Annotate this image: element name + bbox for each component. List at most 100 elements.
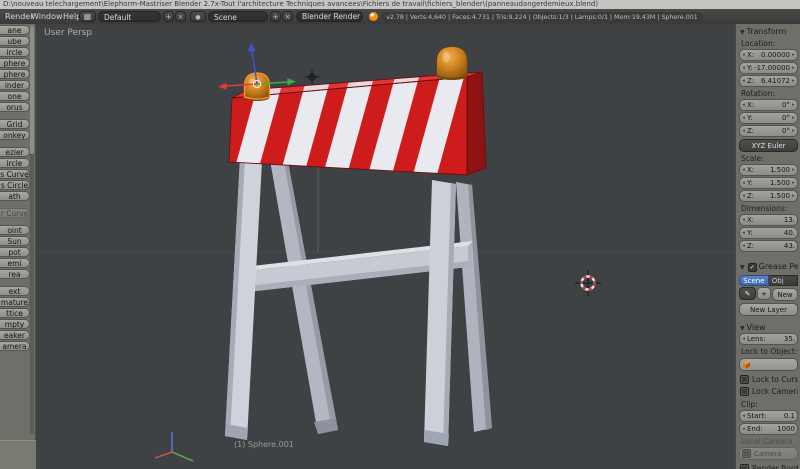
shelf-button-mpty[interactable]: mpty bbox=[0, 319, 30, 329]
menu-render[interactable]: Render bbox=[5, 9, 33, 24]
dimensions-x-field[interactable]: ◂X:13. bbox=[739, 214, 798, 226]
stepper-right-icon[interactable]: ▸ bbox=[791, 180, 796, 186]
stepper-right-icon[interactable]: ▸ bbox=[791, 102, 796, 108]
shelf-button-ube[interactable]: ube bbox=[0, 36, 30, 46]
lock-camera-checkbox[interactable] bbox=[740, 387, 749, 396]
lens-field[interactable]: ◂Lens:35. bbox=[739, 333, 798, 345]
tab-object[interactable]: Obj bbox=[769, 275, 798, 286]
scene-selector[interactable]: Scene bbox=[208, 11, 268, 22]
stepper-right-icon[interactable]: ▸ bbox=[791, 193, 796, 199]
stepper-left-icon[interactable]: ◂ bbox=[741, 65, 746, 71]
shelf-button-oint[interactable]: oint bbox=[0, 225, 30, 235]
lamp-right[interactable] bbox=[437, 47, 468, 81]
layout-add-button[interactable]: + bbox=[163, 11, 174, 22]
stepper-right-icon[interactable]: ▸ bbox=[791, 167, 796, 173]
render-border-row[interactable]: Render Border bbox=[740, 464, 798, 469]
stepper-right-icon[interactable]: ▸ bbox=[791, 128, 796, 134]
transform-gizmo[interactable] bbox=[218, 43, 296, 90]
shelf-button-ext[interactable]: ext bbox=[0, 286, 30, 296]
tab-scene[interactable]: Scene bbox=[739, 275, 769, 286]
stepper-left-icon[interactable]: ◂ bbox=[741, 243, 746, 249]
shelf-button-ath[interactable]: ath bbox=[0, 191, 30, 201]
location-y-field[interactable]: ◂Y:-17.00000▸ bbox=[739, 62, 798, 74]
render-engine-selector[interactable]: Blender Render ⇕ bbox=[296, 11, 363, 22]
shelf-button-onkey[interactable]: onkey bbox=[0, 130, 30, 140]
shelf-button-phere[interactable]: phere bbox=[0, 58, 30, 68]
shelf-button-mature[interactable]: mature bbox=[0, 297, 30, 307]
stepper-left-icon[interactable]: ◂ bbox=[741, 102, 746, 108]
clip-start-field[interactable]: ◂Start:0.1 bbox=[739, 410, 798, 422]
stepper-left-icon[interactable]: ◂ bbox=[741, 52, 746, 58]
shelf-button-ircle[interactable]: ircle bbox=[0, 158, 30, 168]
lock-object-field[interactable] bbox=[739, 358, 798, 371]
scene-close-button[interactable]: × bbox=[282, 11, 293, 22]
stepper-left-icon[interactable]: ◂ bbox=[741, 217, 746, 223]
shelf-button-rea[interactable]: rea bbox=[0, 269, 30, 279]
draw-pencil-button[interactable]: ✎ bbox=[739, 287, 756, 300]
stepper-right-icon[interactable]: ▸ bbox=[791, 65, 796, 71]
dimensions-z-field[interactable]: ◂Z:43. bbox=[739, 240, 798, 252]
location-z-field[interactable]: ◂Z:6.41072▸ bbox=[739, 75, 798, 87]
layout-close-button[interactable]: × bbox=[175, 11, 186, 22]
clip-end-field[interactable]: ◂End:1000 bbox=[739, 423, 798, 435]
stepper-left-icon[interactable]: ◂ bbox=[741, 426, 746, 432]
stepper-left-icon[interactable]: ◂ bbox=[741, 230, 746, 236]
editor-type-button[interactable]: ▦ bbox=[79, 11, 96, 22]
lamp-left-selected[interactable] bbox=[245, 73, 270, 101]
stepper-right-icon[interactable]: ▸ bbox=[791, 115, 796, 121]
rotation-x-field[interactable]: ◂X:0°▸ bbox=[739, 99, 798, 111]
viewport-canvas[interactable] bbox=[36, 24, 735, 469]
stepper-left-icon[interactable]: ◂ bbox=[741, 413, 746, 419]
lock-to-cursor-checkbox[interactable] bbox=[740, 375, 749, 384]
shelf-button-ttice[interactable]: ttice bbox=[0, 308, 30, 318]
grease-pencil-checkbox[interactable]: ✓ bbox=[748, 263, 757, 272]
barricade-model[interactable] bbox=[225, 47, 492, 447]
scene-add-button[interactable]: + bbox=[270, 11, 281, 22]
rotation-z-field[interactable]: ◂Z:0°▸ bbox=[739, 125, 798, 137]
shelf-button-inder[interactable]: inder bbox=[0, 80, 30, 90]
3d-viewport[interactable]: User Persp (1) Sphere.001 bbox=[36, 24, 735, 469]
stepper-right-icon[interactable]: ▸ bbox=[791, 78, 796, 84]
add-button[interactable]: + bbox=[757, 287, 771, 300]
rotation-mode-button[interactable]: XYZ Euler bbox=[739, 139, 798, 152]
shelf-button-eaker[interactable]: eaker bbox=[0, 330, 30, 340]
shelf-button-pot[interactable]: pot bbox=[0, 247, 30, 257]
scale-z-field[interactable]: ◂Z:1.500▸ bbox=[739, 190, 798, 202]
stepper-left-icon[interactable]: ◂ bbox=[741, 180, 746, 186]
stepper-left-icon[interactable]: ◂ bbox=[741, 115, 746, 121]
shelf-button-ezier[interactable]: ezier bbox=[0, 147, 30, 157]
shelf-button-emi[interactable]: emi bbox=[0, 258, 30, 268]
gizmo-y-arrowhead[interactable] bbox=[288, 78, 297, 85]
render-border-checkbox[interactable] bbox=[740, 464, 749, 469]
shelf-button-s-curve[interactable]: s Curve bbox=[0, 169, 30, 179]
view-section-header[interactable]: ▼View bbox=[739, 321, 798, 333]
stepper-left-icon[interactable]: ◂ bbox=[741, 193, 746, 199]
grease-pencil-section-header[interactable]: ▼✓Grease Pencil bbox=[739, 260, 798, 273]
shelf-button-one[interactable]: one bbox=[0, 91, 30, 101]
gizmo-z-arrowhead[interactable] bbox=[248, 43, 256, 52]
tool-shelf-scrollbar[interactable] bbox=[30, 26, 34, 434]
shelf-button-ircle[interactable]: ircle bbox=[0, 47, 30, 57]
shelf-button-sun[interactable]: Sun bbox=[0, 236, 30, 246]
stepper-left-icon[interactable]: ◂ bbox=[741, 336, 746, 342]
scrollbar-thumb[interactable] bbox=[30, 26, 34, 154]
scene-type-button[interactable]: ● bbox=[190, 11, 206, 22]
gizmo-x-arrowhead[interactable] bbox=[218, 83, 227, 90]
dimensions-y-field[interactable]: ◂Y:40. bbox=[739, 227, 798, 239]
shelf-button-orus[interactable]: orus bbox=[0, 102, 30, 112]
transform-section-header[interactable]: ▼Transform bbox=[739, 25, 798, 37]
rotation-y-field[interactable]: ◂Y:0°▸ bbox=[739, 112, 798, 124]
scale-x-field[interactable]: ◂X:1.500▸ bbox=[739, 164, 798, 176]
shelf-button-s-circle[interactable]: s Circle bbox=[0, 180, 30, 190]
shelf-button-ane[interactable]: ane bbox=[0, 25, 30, 35]
new-layer-button[interactable]: New Layer bbox=[739, 303, 798, 316]
menu-window[interactable]: Window bbox=[31, 9, 63, 24]
screen-layout-selector[interactable]: Default bbox=[98, 11, 161, 22]
stepper-left-icon[interactable]: ◂ bbox=[741, 78, 746, 84]
stepper-left-icon[interactable]: ◂ bbox=[741, 167, 746, 173]
stepper-left-icon[interactable]: ◂ bbox=[741, 128, 746, 134]
lock-to-cursor-row[interactable]: Lock to Cursor bbox=[740, 375, 798, 384]
gp-new-button[interactable]: New bbox=[772, 288, 798, 301]
stepper-right-icon[interactable]: ▸ bbox=[791, 52, 796, 58]
shelf-button-grid[interactable]: Grid bbox=[0, 119, 30, 129]
